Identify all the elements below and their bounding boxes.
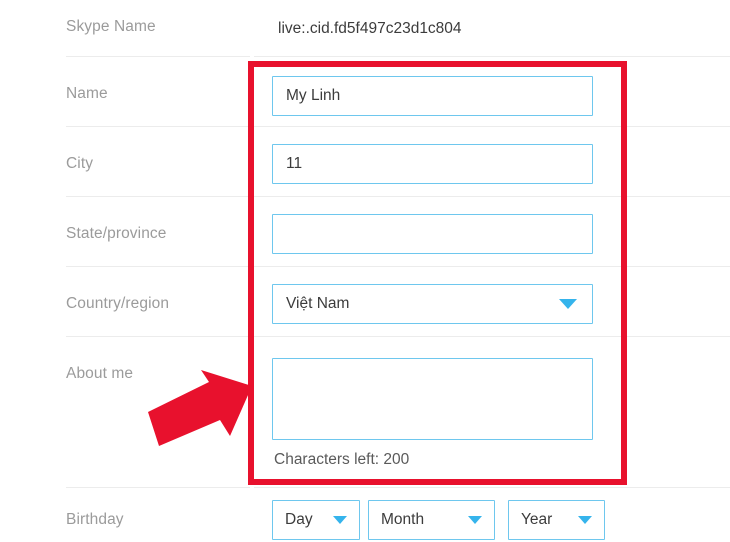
row-divider — [254, 126, 730, 127]
row-divider — [66, 56, 250, 57]
characters-left-counter: Characters left: 200 — [274, 451, 410, 468]
label-name: Name — [66, 85, 108, 102]
row-divider — [66, 266, 250, 267]
label-about-me: About me — [66, 365, 134, 382]
birthday-month-value: Month — [381, 511, 425, 528]
chevron-down-icon — [333, 516, 347, 524]
value-skype-name: live:.cid.fd5f497c23d1c804 — [278, 20, 462, 37]
birthday-day-select[interactable]: Day — [272, 500, 360, 540]
row-divider — [254, 336, 730, 337]
birthday-year-value: Year — [521, 511, 553, 528]
label-state-province: State/province — [66, 225, 167, 242]
row-divider — [254, 266, 730, 267]
row-divider — [66, 196, 250, 197]
red-pointer-arrow — [148, 370, 252, 446]
row-divider — [66, 487, 250, 488]
row-divider — [66, 336, 250, 337]
chevron-down-icon — [468, 516, 482, 524]
label-skype-name: Skype Name — [66, 18, 156, 35]
label-city: City — [66, 155, 94, 172]
birthday-year-select[interactable]: Year — [508, 500, 605, 540]
birthday-day-value: Day — [285, 511, 313, 528]
name-input-value: My Linh — [286, 87, 341, 104]
name-input[interactable]: My Linh — [272, 76, 593, 116]
city-input[interactable]: 11 — [272, 144, 593, 184]
row-divider — [66, 126, 250, 127]
state-province-input[interactable] — [272, 214, 593, 254]
chevron-down-icon — [578, 516, 592, 524]
row-divider — [254, 487, 730, 488]
city-input-value: 11 — [286, 155, 303, 172]
country-region-select[interactable]: Việt Nam — [272, 284, 593, 324]
about-me-textarea[interactable] — [272, 358, 593, 440]
label-birthday: Birthday — [66, 511, 124, 528]
chevron-down-icon — [559, 299, 577, 309]
row-divider — [254, 56, 730, 57]
row-divider — [254, 196, 730, 197]
birthday-month-select[interactable]: Month — [368, 500, 495, 540]
skype-profile-settings-page: Skype Name live:.cid.fd5f497c23d1c804 Na… — [0, 0, 730, 542]
country-region-selected-value: Việt Nam — [286, 295, 350, 312]
label-country-region: Country/region — [66, 295, 170, 312]
